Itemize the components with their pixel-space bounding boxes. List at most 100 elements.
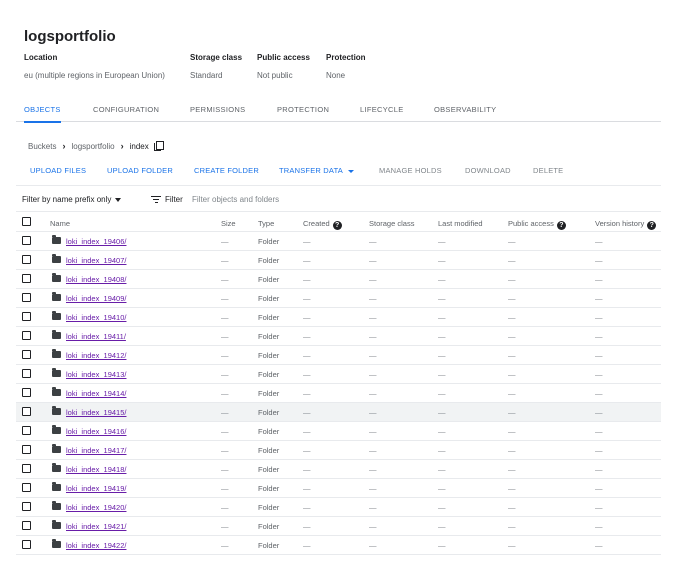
col-public-access[interactable]: Public access? (508, 219, 566, 230)
filter-input[interactable] (192, 192, 392, 207)
cell-type: Folder (258, 313, 280, 322)
table-row[interactable]: loki_index_19410/ — Folder — — — — — (16, 308, 661, 327)
table-row[interactable]: loki_index_19412/ — Folder — — — — — (16, 346, 661, 365)
row-checkbox[interactable] (22, 407, 31, 416)
table-row[interactable]: loki_index_19416/ — Folder — — — — — (16, 422, 661, 441)
row-checkbox[interactable] (22, 426, 31, 435)
folder-name-link[interactable]: loki_index_19410/ (66, 313, 126, 322)
table-row[interactable]: loki_index_19413/ — Folder — — — — — (16, 365, 661, 384)
breadcrumb-buckets[interactable]: Buckets (28, 142, 56, 151)
cell-created: — (303, 351, 311, 360)
folder-name-link[interactable]: loki_index_19421/ (66, 522, 126, 531)
col-version-history[interactable]: Version history? (595, 219, 657, 230)
tab-protection[interactable]: PROTECTION (277, 98, 329, 122)
cell-created: — (303, 389, 311, 398)
upload-files-button[interactable]: UPLOAD FILES (30, 166, 86, 175)
cell-storage: — (369, 332, 377, 341)
folder-name-link[interactable]: loki_index_19409/ (66, 294, 126, 303)
folder-icon (52, 482, 61, 491)
table-row[interactable]: loki_index_19406/ — Folder — — — — — (16, 232, 661, 251)
create-folder-button[interactable]: CREATE FOLDER (194, 166, 259, 175)
row-checkbox[interactable] (22, 445, 31, 454)
row-checkbox[interactable] (22, 255, 31, 264)
tab-permissions[interactable]: PERMISSIONS (190, 98, 245, 122)
table-row[interactable]: loki_index_19415/ — Folder — — — — — (16, 403, 661, 422)
row-checkbox[interactable] (22, 312, 31, 321)
row-checkbox[interactable] (22, 274, 31, 283)
col-created[interactable]: Created? (303, 219, 342, 230)
folder-name-link[interactable]: loki_index_19416/ (66, 427, 126, 436)
table-row[interactable]: loki_index_19417/ — Folder — — — — — (16, 441, 661, 460)
row-checkbox[interactable] (22, 369, 31, 378)
filter-icon[interactable] (151, 196, 161, 204)
download-button[interactable]: DOWNLOAD (465, 166, 511, 175)
folder-name-link[interactable]: loki_index_19407/ (66, 256, 126, 265)
cell-version: — (595, 522, 603, 531)
manage-holds-button[interactable]: MANAGE HOLDS (379, 166, 442, 175)
help-icon[interactable]: ? (332, 221, 342, 230)
folder-name-link[interactable]: loki_index_19420/ (66, 503, 126, 512)
table-row[interactable]: loki_index_19411/ — Folder — — — — — (16, 327, 661, 346)
tab-lifecycle[interactable]: LIFECYCLE (360, 98, 404, 122)
row-checkbox[interactable] (22, 540, 31, 549)
table-row[interactable]: loki_index_19407/ — Folder — — — — — (16, 251, 661, 270)
tab-objects[interactable]: OBJECTS (24, 98, 61, 123)
copy-icon[interactable] (153, 141, 164, 151)
table-row[interactable]: loki_index_19408/ — Folder — — — — — (16, 270, 661, 289)
folder-name-link[interactable]: loki_index_19411/ (66, 332, 126, 341)
folder-name-link[interactable]: loki_index_19417/ (66, 446, 126, 455)
cell-version: — (595, 370, 603, 379)
table-row[interactable]: loki_index_19422/ — Folder — — — — — (16, 536, 661, 555)
col-last-modified[interactable]: Last modified (438, 219, 483, 228)
folder-name-link[interactable]: loki_index_19406/ (66, 237, 126, 246)
row-checkbox[interactable] (22, 236, 31, 245)
folder-name-link[interactable]: loki_index_19412/ (66, 351, 126, 360)
col-name[interactable]: Name (50, 219, 70, 228)
help-icon[interactable]: ? (556, 221, 566, 230)
table-row[interactable]: loki_index_19409/ — Folder — — — — — (16, 289, 661, 308)
row-checkbox[interactable] (22, 502, 31, 511)
meta-protection: Protection None (326, 53, 366, 80)
table-row[interactable]: loki_index_19418/ — Folder — — — — — (16, 460, 661, 479)
folder-name-link[interactable]: loki_index_19414/ (66, 389, 126, 398)
table-row[interactable]: loki_index_19420/ — Folder — — — — — (16, 498, 661, 517)
folder-name-link[interactable]: loki_index_19418/ (66, 465, 126, 474)
filter-bar: Filter by name prefix only Filter (16, 188, 661, 212)
select-all-checkbox[interactable] (22, 217, 31, 226)
col-storage-class[interactable]: Storage class (369, 219, 414, 228)
folder-name-link[interactable]: loki_index_19413/ (66, 370, 126, 379)
row-checkbox[interactable] (22, 388, 31, 397)
folder-name-link[interactable]: loki_index_19408/ (66, 275, 126, 284)
cell-public: — (508, 237, 516, 246)
col-size[interactable]: Size (221, 219, 236, 228)
row-checkbox[interactable] (22, 350, 31, 359)
row-checkbox[interactable] (22, 331, 31, 340)
cell-public: — (508, 256, 516, 265)
breadcrumb-bucket[interactable]: logsportfolio (71, 142, 114, 151)
delete-button[interactable]: DELETE (533, 166, 563, 175)
table-row[interactable]: loki_index_19419/ — Folder — — — — — (16, 479, 661, 498)
cell-version: — (595, 408, 603, 417)
help-icon[interactable]: ? (647, 221, 657, 230)
prefix-filter-select[interactable]: Filter by name prefix only (22, 195, 122, 204)
folder-name-link[interactable]: loki_index_19415/ (66, 408, 126, 417)
table-row[interactable]: loki_index_19414/ — Folder — — — — — (16, 384, 661, 403)
row-checkbox[interactable] (22, 464, 31, 473)
upload-folder-button[interactable]: UPLOAD FOLDER (107, 166, 173, 175)
tab-observability[interactable]: OBSERVABILITY (434, 98, 496, 122)
cell-storage: — (369, 370, 377, 379)
cell-created: — (303, 294, 311, 303)
meta-storage-class: Storage class Standard (190, 53, 242, 80)
table-row[interactable]: loki_index_19421/ — Folder — — — — — (16, 517, 661, 536)
col-type[interactable]: Type (258, 219, 274, 228)
row-checkbox[interactable] (22, 483, 31, 492)
meta-storage-class-value: Standard (190, 71, 223, 80)
folder-name-link[interactable]: loki_index_19422/ (66, 541, 126, 550)
transfer-data-button[interactable]: TRANSFER DATA (279, 166, 354, 175)
row-checkbox[interactable] (22, 521, 31, 530)
folder-icon (52, 311, 61, 320)
row-checkbox[interactable] (22, 293, 31, 302)
folder-name-link[interactable]: loki_index_19419/ (66, 484, 126, 493)
tab-configuration[interactable]: CONFIGURATION (93, 98, 159, 122)
cell-size: — (221, 541, 229, 550)
